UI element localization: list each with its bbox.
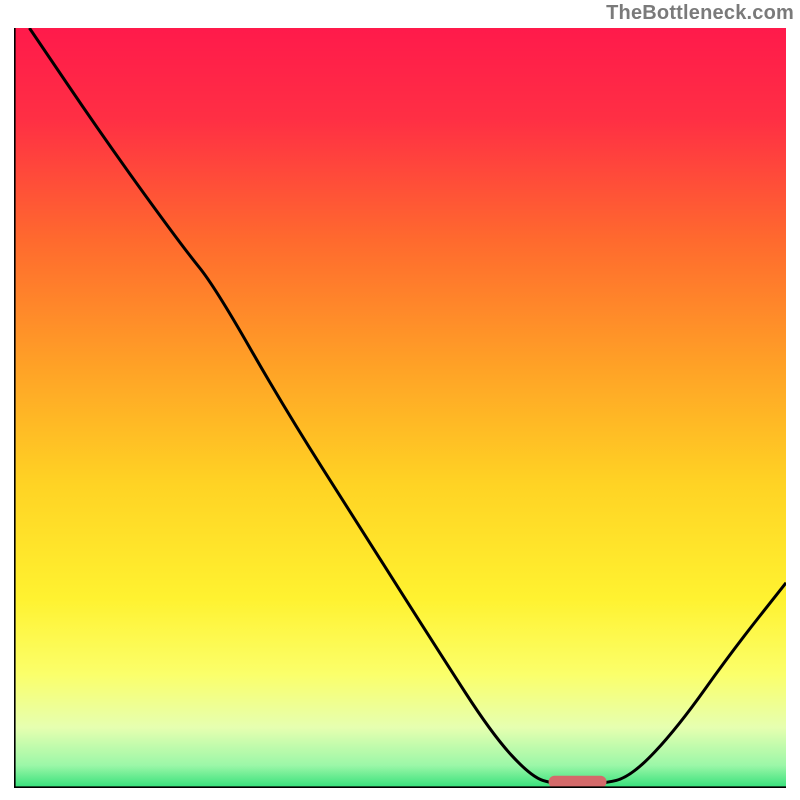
- gradient-background: [14, 28, 786, 788]
- watermark-text: TheBottleneck.com: [606, 2, 794, 25]
- chart-canvas: [14, 28, 786, 788]
- optimal-marker: [549, 776, 607, 788]
- chart-svg: [14, 28, 786, 788]
